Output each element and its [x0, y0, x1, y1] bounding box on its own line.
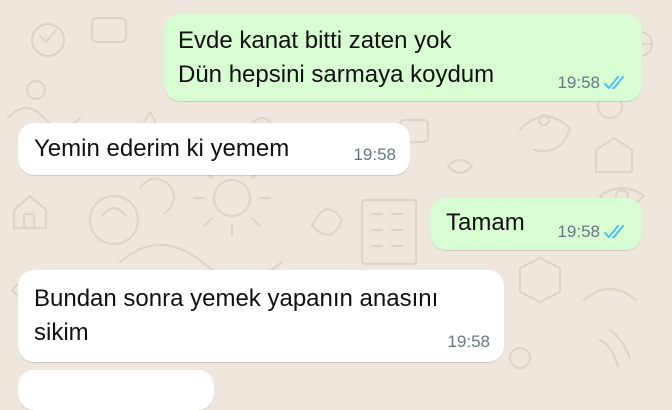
message-bubble-incoming-partial[interactable]	[18, 370, 214, 410]
message-text-line: Bundan sonra yemek yapanın anasını	[34, 285, 439, 312]
message-time: 19:58	[447, 332, 490, 351]
message-meta: 19:58	[353, 145, 396, 165]
message-bubble-outgoing[interactable]: Evde kanat bitti zaten yok Dün hepsini s…	[164, 14, 642, 101]
message-bubble-incoming[interactable]: Yemin ederim ki yemem 19:58	[18, 123, 410, 175]
read-receipt-double-check-icon	[604, 225, 624, 238]
message-text-line: Evde kanat bitti zaten yok	[178, 27, 452, 54]
message-text-line: sikim	[34, 319, 89, 346]
message-bubble-incoming[interactable]: Bundan sonra yemek yapanın anasını sikim…	[18, 270, 504, 362]
message-bubble-outgoing[interactable]: Tamam 19:58	[430, 198, 642, 250]
message-meta: 19:58	[447, 332, 490, 352]
message-time: 19:58	[353, 145, 396, 164]
message-text-line: Yemin ederim ki yemem	[34, 135, 290, 162]
read-receipt-double-check-icon	[604, 76, 624, 89]
message-time: 19:58	[557, 222, 600, 241]
message-time: 19:58	[557, 73, 600, 92]
message-meta: 19:58	[557, 73, 628, 93]
message-meta: 19:58	[557, 222, 628, 242]
